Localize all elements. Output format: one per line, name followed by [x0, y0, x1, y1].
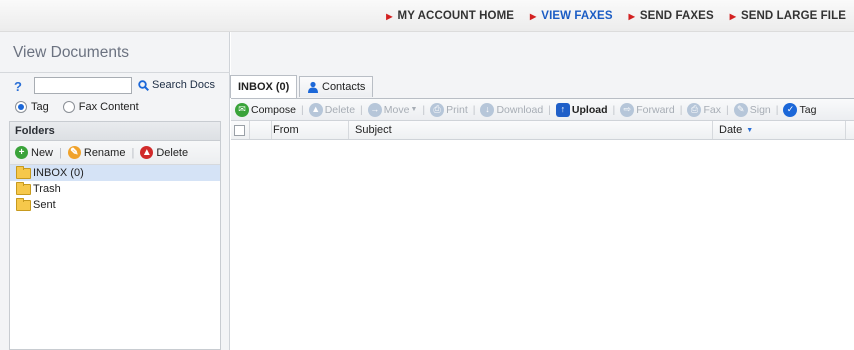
- print-button[interactable]: ⎙ Print: [430, 102, 468, 117]
- divider: [0, 72, 230, 73]
- icon-column: [250, 121, 272, 139]
- radio-tag-label: Tag: [31, 101, 49, 113]
- separator: |: [726, 103, 729, 116]
- folder-item-trash[interactable]: Trash: [10, 181, 220, 197]
- separator: |: [548, 103, 551, 116]
- fax-button[interactable]: ⎙ Fax: [687, 102, 721, 117]
- plus-icon: +: [15, 146, 28, 159]
- forward-icon: ⇨: [620, 102, 635, 117]
- message-toolbar: ✉ Compose | ▲ Delete | → Move ▼ | ⎙ Prin…: [231, 99, 854, 121]
- column-subject[interactable]: Subject: [349, 121, 713, 139]
- tab-inbox[interactable]: INBOX (0): [230, 75, 298, 98]
- folder-icon: [16, 181, 31, 195]
- nav-send-faxes[interactable]: ▶ SEND FAXES: [629, 10, 714, 22]
- fax-icon: ⎙: [687, 102, 702, 117]
- download-button[interactable]: ↓ Download: [480, 102, 543, 117]
- tag-icon: ✓: [783, 102, 798, 117]
- table-header: From Subject Date ▼: [231, 121, 854, 140]
- delete-button[interactable]: ▲ Delete: [308, 102, 355, 117]
- radio-tag[interactable]: [15, 101, 27, 113]
- separator: |: [131, 146, 135, 159]
- nav-view-faxes[interactable]: ▶ VIEW FAXES: [530, 10, 613, 22]
- nav-my-account-home[interactable]: ▶ MY ACCOUNT HOME: [386, 10, 514, 22]
- folders-panel: + New | ✎ Rename | ▲ Delete INBOX (0) Tr…: [9, 141, 221, 350]
- nav-send-large-file[interactable]: ▶ SEND LARGE FILE: [730, 10, 846, 22]
- folder-item-sent[interactable]: Sent: [10, 197, 220, 213]
- search-mode-radios: Tag Fax Content: [15, 101, 153, 113]
- column-date[interactable]: Date ▼: [713, 121, 846, 139]
- folder-item-inbox[interactable]: INBOX (0): [10, 165, 220, 181]
- select-all-checkbox[interactable]: [234, 124, 245, 136]
- separator: |: [59, 146, 62, 159]
- trash-icon: ▲: [308, 102, 323, 117]
- pencil-icon: ✎: [67, 146, 81, 159]
- main-area: INBOX (0) Contacts ✉ Compose | ▲ Delete …: [230, 32, 854, 350]
- folder-icon: [16, 197, 31, 211]
- caret-right-icon: ▶: [628, 11, 635, 21]
- tab-contacts[interactable]: Contacts: [299, 76, 374, 97]
- page-title: View Documents: [13, 44, 130, 61]
- folder-icon: [16, 165, 31, 179]
- caret-right-icon: ▶: [386, 11, 393, 21]
- left-panel: View Documents ? Search Docs Tag Fax Con…: [0, 32, 230, 350]
- sign-button[interactable]: ✎ Sign: [733, 102, 771, 117]
- separator: |: [422, 103, 426, 116]
- download-icon: ↓: [480, 102, 495, 117]
- folders-header: Folders: [9, 121, 221, 141]
- new-folder-button[interactable]: + New: [15, 146, 53, 159]
- move-icon: →: [367, 102, 382, 117]
- separator: |: [679, 103, 683, 116]
- upload-button[interactable]: ↑ Upload: [555, 102, 608, 117]
- forward-button[interactable]: ⇨ Forward: [620, 102, 675, 117]
- radio-fax-content[interactable]: [62, 101, 75, 113]
- column-spacer: [846, 121, 854, 139]
- sign-icon: ✎: [733, 102, 748, 117]
- upload-icon: ↑: [555, 102, 570, 117]
- separator: |: [612, 103, 616, 116]
- column-from[interactable]: From: [272, 121, 349, 139]
- search-docs-button[interactable]: Search Docs: [138, 79, 215, 91]
- compose-icon: ✉: [235, 102, 249, 117]
- radio-fax-content-label: Fax Content: [78, 101, 139, 113]
- search-icon: [138, 79, 149, 91]
- compose-button[interactable]: ✉ Compose: [235, 102, 296, 117]
- separator: |: [472, 103, 476, 116]
- top-navigation: ▶ MY ACCOUNT HOME ▶ VIEW FAXES ▶ SEND FAXES…: [0, 0, 854, 32]
- sort-down-icon: ▼: [746, 126, 754, 134]
- separator: |: [300, 103, 304, 116]
- folders-toolbar: + New | ✎ Rename | ▲ Delete: [10, 141, 220, 165]
- separator: |: [775, 103, 779, 116]
- person-icon: [308, 81, 318, 93]
- move-button[interactable]: → Move ▼: [367, 102, 418, 117]
- delete-folder-button[interactable]: ▲ Delete: [140, 146, 188, 159]
- trash-icon: ▲: [140, 146, 154, 159]
- search-input[interactable]: [34, 77, 132, 94]
- select-all-cell: [231, 121, 250, 139]
- help-icon[interactable]: ?: [14, 79, 22, 94]
- chevron-down-icon: ▼: [410, 106, 418, 113]
- printer-icon: ⎙: [430, 102, 445, 117]
- rename-folder-button[interactable]: ✎ Rename: [67, 146, 125, 159]
- caret-right-icon: ▶: [729, 11, 736, 21]
- caret-right-icon: ▶: [530, 11, 537, 21]
- separator: |: [360, 103, 363, 116]
- tag-button[interactable]: ✓ Tag: [783, 102, 816, 117]
